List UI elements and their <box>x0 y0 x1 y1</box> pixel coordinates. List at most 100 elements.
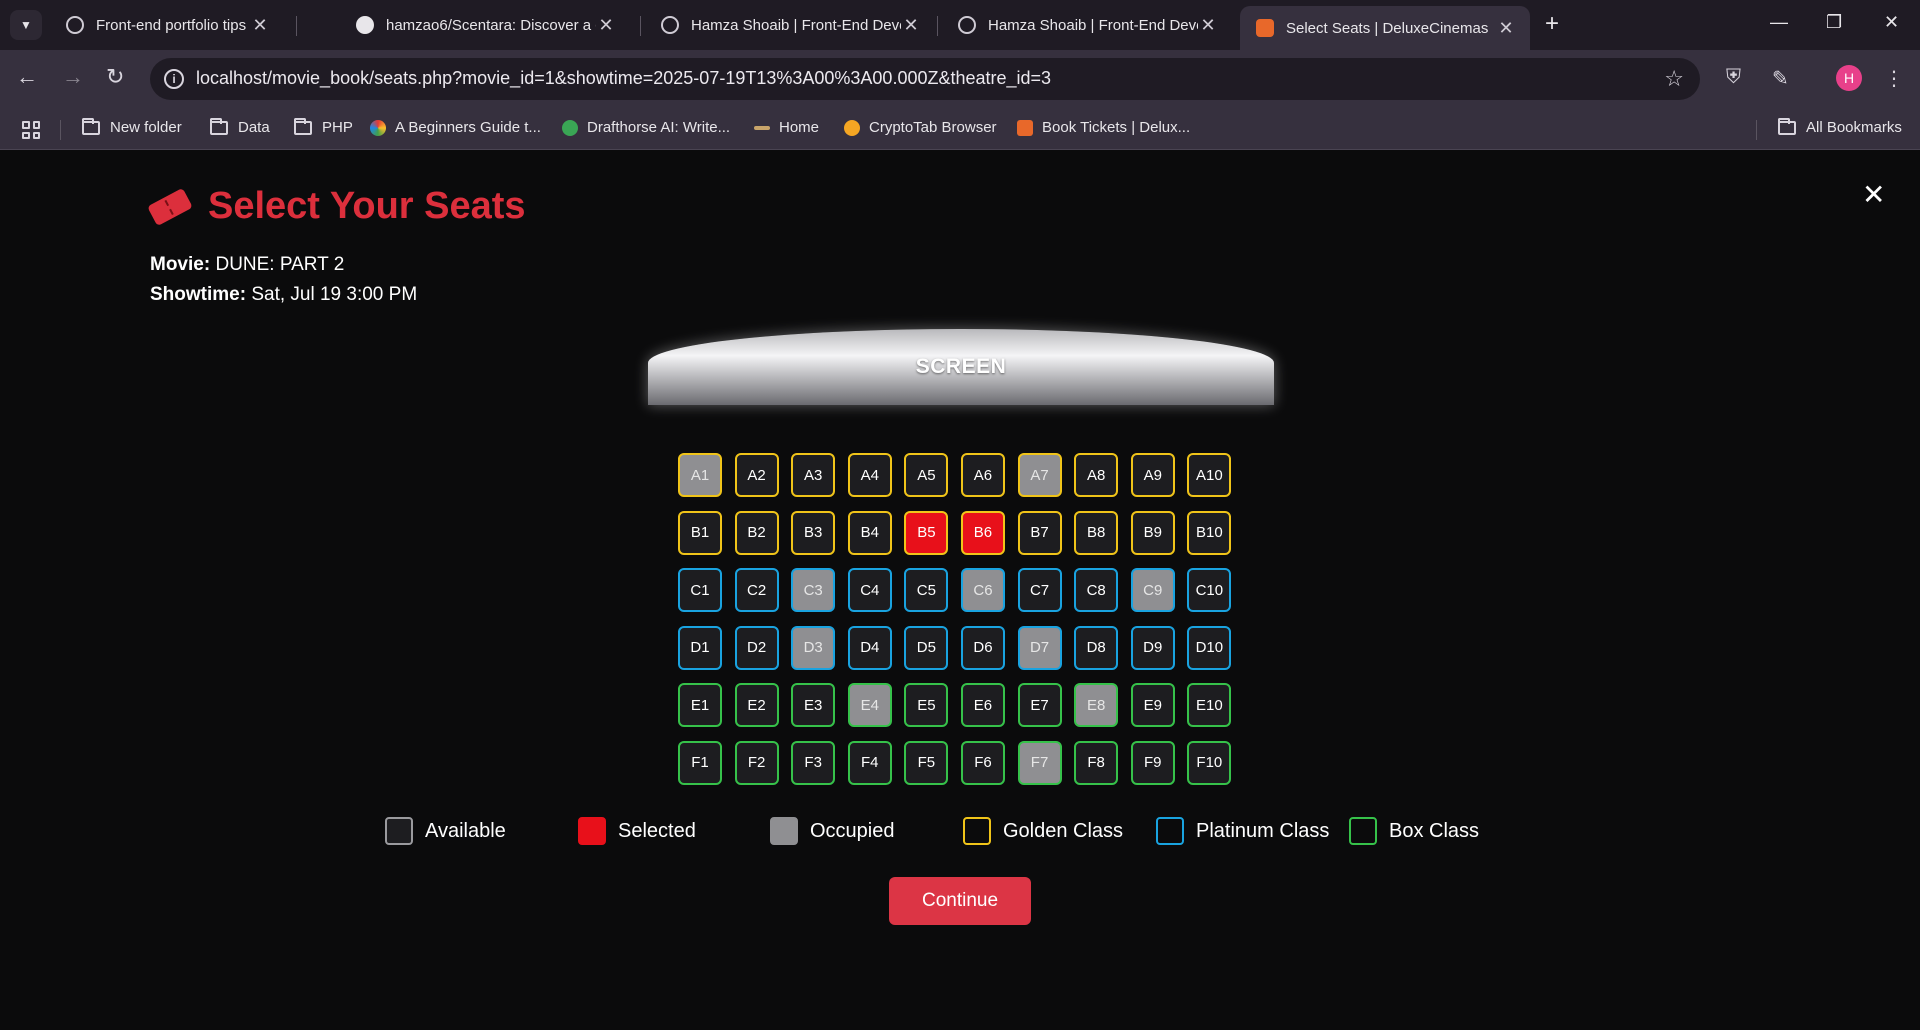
close-icon[interactable]: ✕ <box>1862 181 1885 209</box>
bookmark-home[interactable]: Home <box>754 119 819 136</box>
seat-e6[interactable]: E6 <box>960 683 1005 728</box>
seat-e9[interactable]: E9 <box>1130 683 1175 728</box>
seat-c2[interactable]: C2 <box>734 568 779 613</box>
golden-swatch <box>963 817 991 845</box>
selected-swatch <box>578 817 606 845</box>
url-text[interactable]: localhost/movie_book/seats.php?movie_id=… <box>196 68 1051 89</box>
seat-d8[interactable]: D8 <box>1074 625 1119 670</box>
window-close-icon[interactable]: ✕ <box>1884 12 1899 33</box>
seat-d2[interactable]: D2 <box>734 625 779 670</box>
box-swatch <box>1349 817 1377 845</box>
forward-icon[interactable]: → <box>62 66 84 88</box>
reload-icon[interactable]: ↻ <box>106 66 124 88</box>
seat-d6[interactable]: D6 <box>960 625 1005 670</box>
seat-a5[interactable]: A5 <box>904 453 949 497</box>
seat-a9[interactable]: A9 <box>1130 453 1175 497</box>
seat-b7[interactable]: B7 <box>1017 510 1062 555</box>
close-icon[interactable]: ✕ <box>901 15 921 36</box>
restore-icon[interactable]: ❐ <box>1826 12 1842 33</box>
close-icon[interactable]: ✕ <box>1198 15 1218 36</box>
seat-a6[interactable]: A6 <box>960 453 1005 497</box>
tab-scentara-github[interactable]: hamzao6/Scentara: Discover a c ✕ <box>340 6 630 44</box>
seat-b2[interactable]: B2 <box>734 510 779 555</box>
legend-platinum-class: Platinum Class <box>1156 817 1329 845</box>
bookmark-beginners-guide[interactable]: A Beginners Guide t... <box>370 119 541 136</box>
seat-b9[interactable]: B9 <box>1130 510 1175 555</box>
bookmark-new-folder[interactable]: New folder <box>82 117 182 136</box>
seat-f2[interactable]: F2 <box>734 740 779 785</box>
seat-a3[interactable]: A3 <box>791 453 836 497</box>
seat-e10[interactable]: E10 <box>1187 683 1232 728</box>
page-title: Select Your Seats <box>208 185 526 227</box>
bookmark-star-icon[interactable]: ☆ <box>1664 66 1684 92</box>
seat-d4[interactable]: D4 <box>847 625 892 670</box>
seat-b8[interactable]: B8 <box>1074 510 1119 555</box>
seat-a4[interactable]: A4 <box>847 453 892 497</box>
seat-b6[interactable]: B6 <box>960 510 1005 555</box>
bookmarks-bar: New folder Data PHP A Beginners Guide t.… <box>0 108 1920 150</box>
continue-button[interactable]: Continue <box>889 877 1031 925</box>
site-info-icon[interactable]: i <box>164 69 184 89</box>
seat-c4[interactable]: C4 <box>847 568 892 613</box>
close-icon[interactable]: ✕ <box>596 15 616 36</box>
minimize-icon[interactable]: — <box>1770 12 1788 33</box>
tab-search-button[interactable]: ▼ <box>10 10 42 40</box>
seat-f1[interactable]: F1 <box>678 740 722 785</box>
seat-b10[interactable]: B10 <box>1187 510 1232 555</box>
close-icon[interactable]: ✕ <box>1496 18 1516 39</box>
apps-grid-icon[interactable] <box>22 121 40 139</box>
seat-b1[interactable]: B1 <box>678 510 722 555</box>
seat-f7: F7 <box>1017 740 1062 785</box>
seat-f10[interactable]: F10 <box>1187 740 1232 785</box>
seat-c8[interactable]: C8 <box>1074 568 1119 613</box>
close-icon[interactable]: ✕ <box>250 15 270 36</box>
all-bookmarks[interactable]: All Bookmarks <box>1778 117 1902 136</box>
back-icon[interactable]: ← <box>16 66 38 88</box>
seat-d5[interactable]: D5 <box>904 625 949 670</box>
seat-b4[interactable]: B4 <box>847 510 892 555</box>
seat-e5[interactable]: E5 <box>904 683 949 728</box>
bookmark-data[interactable]: Data <box>210 117 270 136</box>
seat-e1[interactable]: E1 <box>678 683 722 728</box>
seat-d1[interactable]: D1 <box>678 625 722 670</box>
seat-e7[interactable]: E7 <box>1017 683 1062 728</box>
seat-c6: C6 <box>960 568 1005 613</box>
extensions-puzzle-icon[interactable]: ✎ <box>1772 66 1789 91</box>
seat-f6[interactable]: F6 <box>960 740 1005 785</box>
seat-b5[interactable]: B5 <box>904 510 949 555</box>
deluxecinemas-icon <box>1256 19 1274 37</box>
bookmark-book-tickets[interactable]: Book Tickets | Delux... <box>1017 119 1190 136</box>
seat-a2[interactable]: A2 <box>734 453 779 497</box>
seat-e3[interactable]: E3 <box>791 683 836 728</box>
seat-b3[interactable]: B3 <box>791 510 836 555</box>
seat-f8[interactable]: F8 <box>1074 740 1119 785</box>
tab-hamza-shoaib-1[interactable]: Hamza Shoaib | Front-End Deve ✕ <box>645 6 935 44</box>
tab-front-end-portfolio-tips[interactable]: Front-end portfolio tips ✕ <box>50 6 284 44</box>
seat-f9[interactable]: F9 <box>1130 740 1175 785</box>
openai-icon <box>66 16 84 34</box>
new-tab-button[interactable]: + <box>1545 12 1559 36</box>
bookmark-cryptotab[interactable]: CryptoTab Browser <box>844 119 997 136</box>
bookmark-drafthorse[interactable]: Drafthorse AI: Write... <box>562 119 730 136</box>
menu-kebab-icon[interactable]: ⋮ <box>1884 66 1904 91</box>
shield-extension-icon[interactable]: ⛨ <box>1726 66 1741 89</box>
tab-hamza-shoaib-2[interactable]: Hamza Shoaib | Front-End Deve ✕ <box>942 6 1232 44</box>
seat-f5[interactable]: F5 <box>904 740 949 785</box>
seat-f3[interactable]: F3 <box>791 740 836 785</box>
seat-f4[interactable]: F4 <box>847 740 892 785</box>
seat-a10[interactable]: A10 <box>1187 453 1232 497</box>
seat-c5[interactable]: C5 <box>904 568 949 613</box>
profile-avatar[interactable]: H <box>1836 65 1862 91</box>
seat-a8[interactable]: A8 <box>1074 453 1119 497</box>
seat-c7[interactable]: C7 <box>1017 568 1062 613</box>
address-bar[interactable]: i localhost/movie_book/seats.php?movie_i… <box>150 58 1700 100</box>
tab-select-seats[interactable]: Select Seats | DeluxeCinemas ✕ <box>1240 6 1530 50</box>
legend-selected: Selected <box>578 817 696 845</box>
bookmark-php[interactable]: PHP <box>294 117 353 136</box>
seat-c1[interactable]: C1 <box>678 568 722 613</box>
legend-occupied: Occupied <box>770 817 895 845</box>
seat-c10[interactable]: C10 <box>1187 568 1232 613</box>
seat-e2[interactable]: E2 <box>734 683 779 728</box>
seat-d10[interactable]: D10 <box>1187 625 1232 670</box>
seat-d9[interactable]: D9 <box>1130 625 1175 670</box>
